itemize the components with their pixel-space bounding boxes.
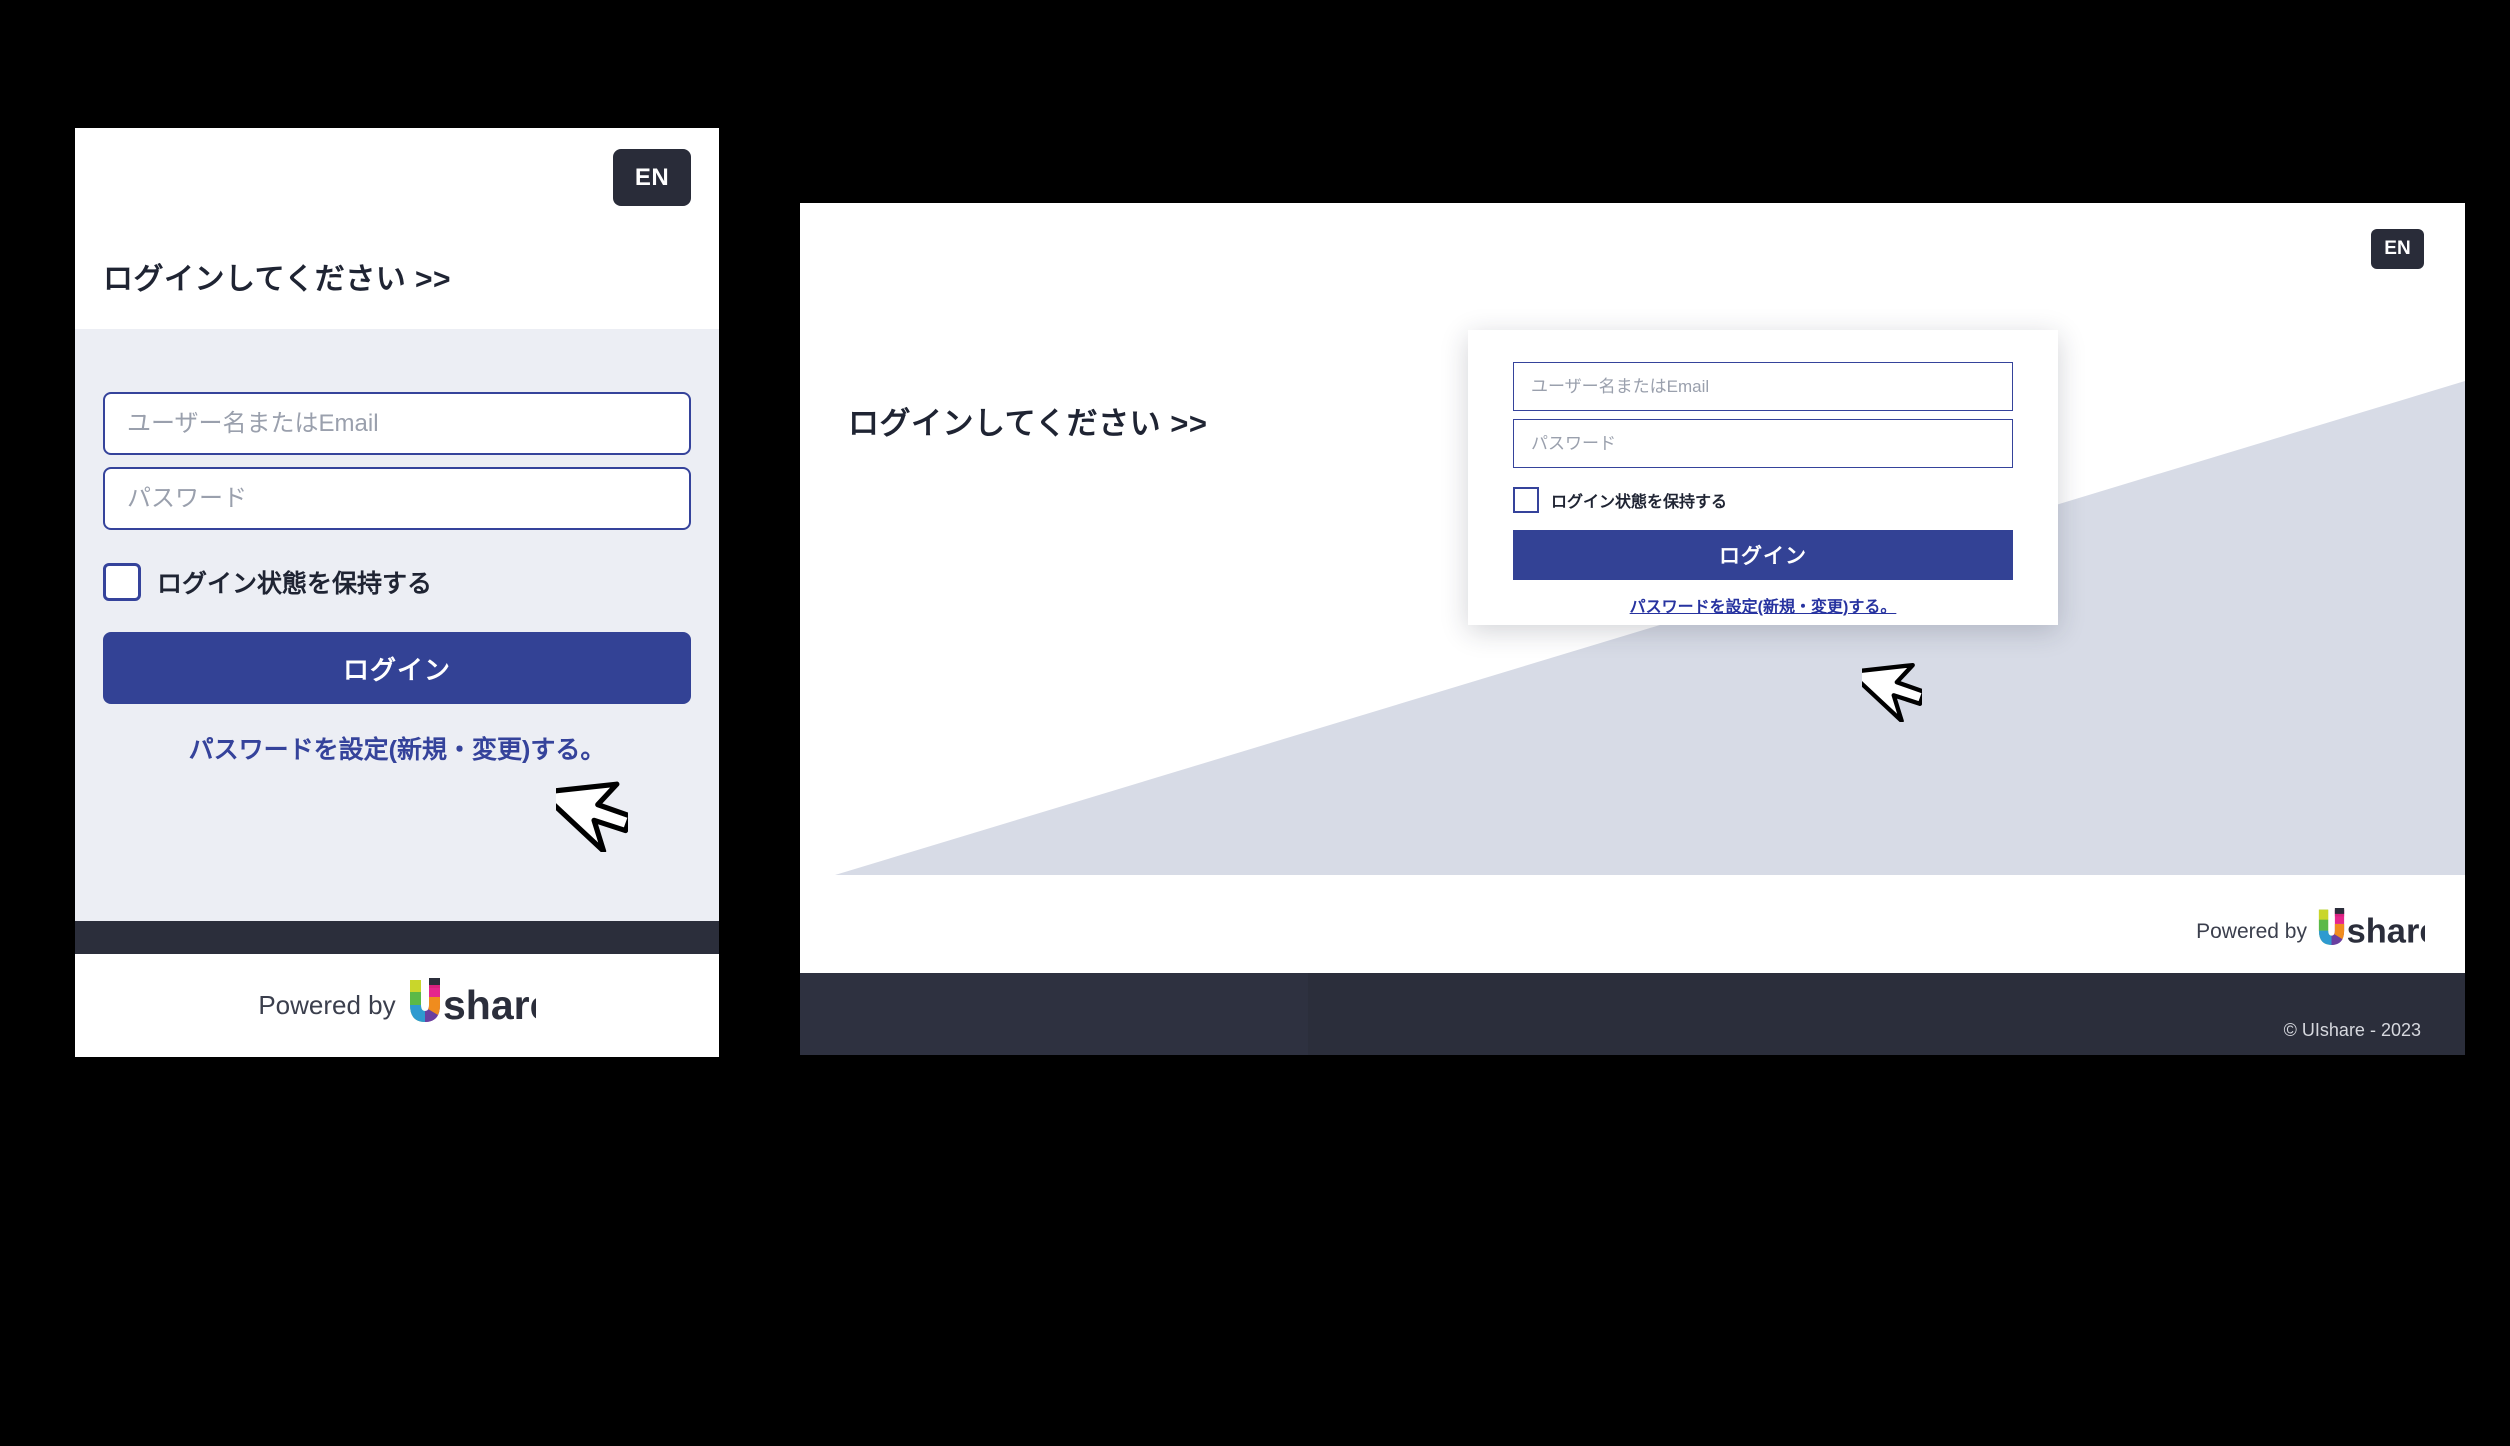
- ushare-logo-wordmark: share: [443, 982, 536, 1028]
- password-input[interactable]: [103, 467, 691, 530]
- login-button[interactable]: ログイン: [103, 632, 691, 704]
- remember-me-checkbox[interactable]: [1513, 487, 1539, 513]
- mobile-header: EN ログインしてください >>: [75, 128, 719, 329]
- username-input[interactable]: [1513, 362, 2013, 411]
- language-toggle-button[interactable]: EN: [2371, 229, 2424, 269]
- mobile-login-panel: EN ログインしてください >> ログイン状態を保持する ログイン パスワードを…: [75, 128, 719, 1057]
- powered-by-label: Powered by: [2196, 919, 2307, 943]
- mobile-footer: Powered by shar: [75, 954, 719, 1057]
- ushare-logo: share: [2317, 904, 2438, 955]
- login-card: ログイン状態を保持する ログイン パスワードを設定(新規・変更)する。: [1468, 330, 2058, 625]
- remember-me-row[interactable]: ログイン状態を保持する: [1513, 487, 2013, 513]
- login-button[interactable]: ログイン: [1513, 530, 2013, 580]
- remember-me-checkbox[interactable]: [103, 563, 141, 601]
- copyright-text: © UIshare - 2023: [2283, 1020, 2421, 1040]
- page-title: ログインしてください >>: [848, 406, 1208, 441]
- desktop-login-panel: EN ログインしてください >> ログイン状態を保持する ログイン パスワードを…: [800, 203, 2465, 1055]
- language-toggle-button[interactable]: EN: [613, 149, 691, 206]
- screenshot-stage: EN ログインしてください >> ログイン状態を保持する ログイン パスワードを…: [0, 0, 2510, 1446]
- remember-me-label: ログイン状態を保持する: [1551, 494, 1728, 511]
- desktop-powered-by: Powered by shar: [2196, 904, 2438, 955]
- footer-bar-segment-left: [800, 973, 1308, 1055]
- footer-bar-segment-right: [1307, 973, 2372, 1055]
- username-input[interactable]: [103, 392, 691, 455]
- mobile-dark-bar: [75, 921, 719, 954]
- desktop-canvas: EN ログインしてください >> ログイン状態を保持する ログイン パスワードを…: [800, 203, 2465, 973]
- mobile-login-form: ログイン状態を保持する ログイン パスワードを設定(新規・変更)する。: [75, 329, 719, 921]
- ushare-logo-wordmark: share: [2347, 912, 2425, 950]
- ushare-logo: share: [408, 974, 552, 1033]
- set-password-link[interactable]: パスワードを設定(新規・変更)する。: [1513, 593, 2013, 617]
- set-password-link[interactable]: パスワードを設定(新規・変更)する。: [103, 730, 691, 766]
- powered-by-label: Powered by: [258, 990, 396, 1020]
- desktop-dark-footer-bar: © UIshare - 2023: [800, 973, 2465, 1055]
- remember-me-label: ログイン状態を保持する: [157, 570, 433, 598]
- remember-me-row[interactable]: ログイン状態を保持する: [103, 563, 691, 601]
- page-title: ログインしてください >>: [103, 263, 452, 296]
- mobile-dark-bar-segment: [75, 921, 449, 954]
- password-input[interactable]: [1513, 419, 2013, 468]
